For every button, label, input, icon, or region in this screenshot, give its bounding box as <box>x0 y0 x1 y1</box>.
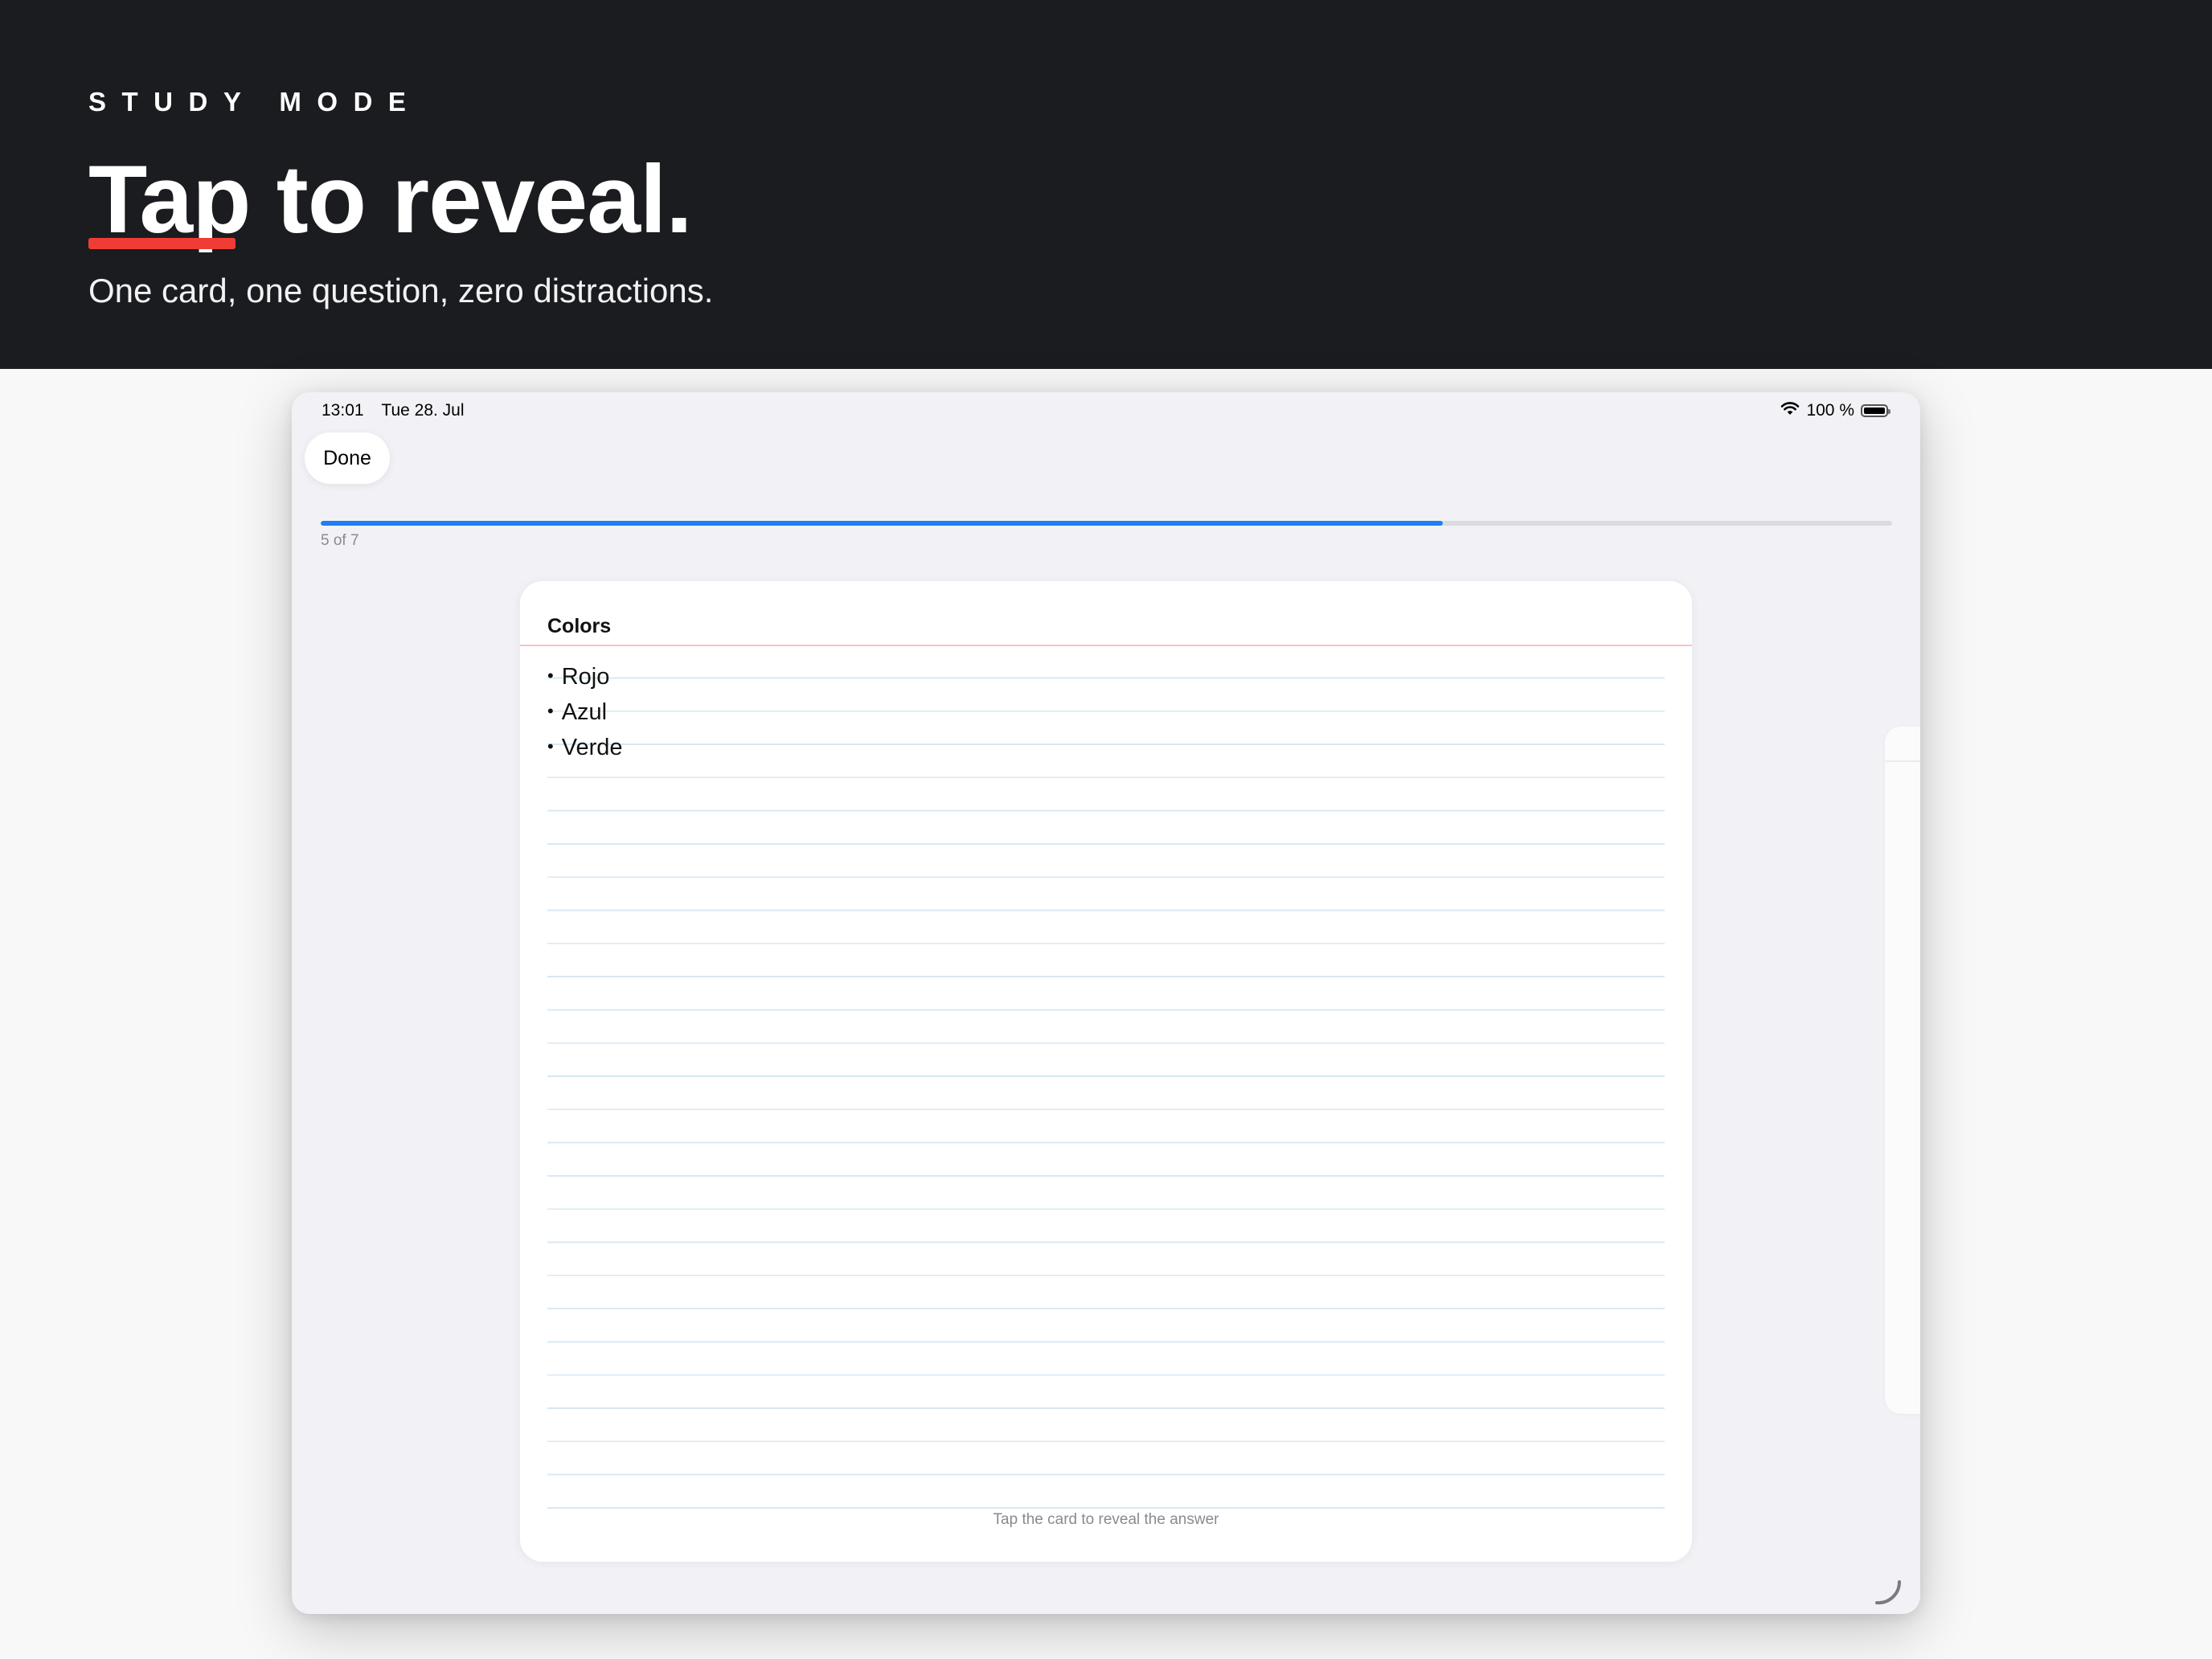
battery-percentage: 100 % <box>1806 401 1854 420</box>
card-item-list: RojoAzulVerde <box>547 658 623 764</box>
headline: Tap to reveal. <box>88 143 693 256</box>
headline-emphasis-text: Tap <box>88 145 251 253</box>
card-item: Rojo <box>547 658 623 694</box>
status-date: Tue 28. Jul <box>381 401 465 420</box>
reveal-hint: Tap the card to reveal the answer <box>993 1511 1219 1528</box>
eyebrow-label: STUDY MODE <box>88 87 422 117</box>
headline-underline <box>88 238 236 249</box>
ruled-lines <box>547 645 1665 1530</box>
next-card-divider <box>1885 760 1920 762</box>
card-title: Colors <box>547 615 612 637</box>
headline-rest: to reveal. <box>250 145 693 253</box>
battery-icon <box>1861 404 1890 417</box>
status-bar-left: 13:01 Tue 28. Jul <box>322 401 465 420</box>
card-item: Verde <box>547 729 623 764</box>
next-card-peek[interactable] <box>1885 727 1920 1414</box>
subheadline: One card, one question, zero distraction… <box>88 272 714 309</box>
wifi-icon <box>1780 401 1800 420</box>
done-button[interactable]: Done <box>305 432 390 484</box>
hero-banner: STUDY MODE Tap to reveal. One card, one … <box>0 0 2212 369</box>
card-item: Azul <box>547 694 623 729</box>
status-bar-right: 100 % <box>1780 400 1890 421</box>
progress-bar <box>321 521 1892 526</box>
device-screen: 13:01 Tue 28. Jul 100 % Done 5 of 7 Colo… <box>292 392 1920 1614</box>
progress-label: 5 of 7 <box>321 532 359 549</box>
flashcard[interactable]: Colors RojoAzulVerde Tap the card to rev… <box>520 581 1692 1562</box>
headline-emphasis: Tap <box>88 143 251 256</box>
progress-bar-fill <box>321 521 1443 526</box>
activity-indicator-icon <box>1872 1575 1904 1608</box>
status-time: 13:01 <box>322 401 364 420</box>
